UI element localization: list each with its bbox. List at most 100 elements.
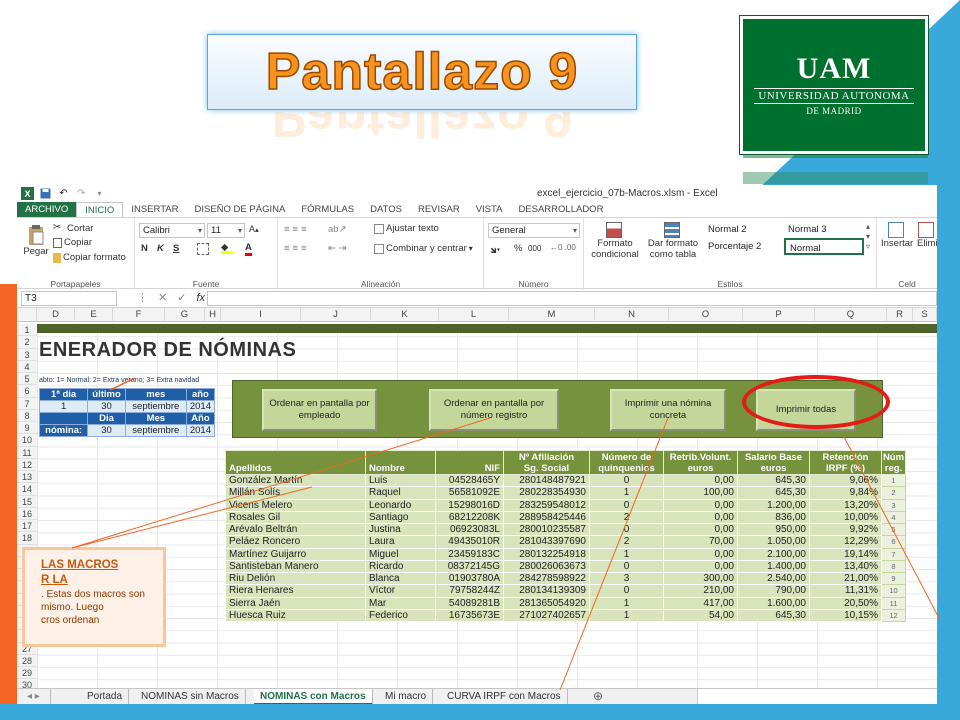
cell[interactable]: mes xyxy=(124,388,187,401)
cell-nif[interactable]: 56581092E xyxy=(435,486,504,500)
cell-salario[interactable]: 645,30 xyxy=(737,486,810,500)
column-header[interactable]: K xyxy=(371,308,439,322)
number-format-select[interactable]: General ▾ xyxy=(488,223,580,238)
cell-nif[interactable]: 08372145G xyxy=(435,559,504,574)
cell-apellidos[interactable]: Vicens Melero xyxy=(225,498,366,512)
cell-retrib[interactable]: 0,00 xyxy=(663,510,738,525)
cell-salario[interactable]: 1.400,00 xyxy=(737,559,810,574)
cell[interactable]: 2014 xyxy=(185,400,216,413)
cell-afiliacion[interactable]: 281043397690 xyxy=(503,535,590,549)
cell-quinquenios[interactable]: 0 xyxy=(589,473,664,488)
tab-diseno-pagina[interactable]: DISEÑO DE PÁGINA xyxy=(187,202,294,217)
select-all-corner[interactable] xyxy=(17,308,37,322)
percent-button[interactable]: % xyxy=(514,243,522,254)
font-color-icon[interactable]: A xyxy=(245,242,252,256)
cell-quinquenios[interactable]: 1 xyxy=(589,486,664,500)
col-apellidos[interactable]: Apellidos xyxy=(225,450,366,475)
cell[interactable]: último xyxy=(87,388,126,401)
cell-apellidos[interactable]: Santisteban Manero xyxy=(225,559,366,574)
cell-afiliacion[interactable]: 280132254918 xyxy=(503,547,590,561)
row-header[interactable]: 7 xyxy=(17,397,37,410)
tab-desarrollador[interactable]: DESARROLLADOR xyxy=(510,202,611,217)
column-header[interactable]: P xyxy=(743,308,815,322)
cell-num-reg[interactable]: 3 xyxy=(881,498,906,512)
cell-afiliacion[interactable]: 280148487921 xyxy=(503,473,590,488)
column-header[interactable]: O xyxy=(669,308,743,322)
cell-nombre[interactable]: Laura xyxy=(365,535,436,549)
style-normal-2[interactable]: Normal 2 xyxy=(704,221,784,238)
cell-apellidos[interactable]: Huesca Ruiz xyxy=(225,608,366,623)
orientation-icon[interactable]: ab↗ xyxy=(328,224,347,235)
row-header[interactable]: 16 xyxy=(17,507,37,520)
cell-retrib[interactable]: 417,00 xyxy=(663,596,738,610)
cell-nombre[interactable]: Víctor xyxy=(365,584,436,598)
cell-nombre[interactable]: Santiago xyxy=(365,510,436,525)
column-header[interactable]: E xyxy=(75,308,113,322)
cell-retrib[interactable]: 300,00 xyxy=(663,571,738,586)
cell-retencion[interactable]: 19,14% xyxy=(809,547,882,561)
row-header[interactable]: 10 xyxy=(17,434,37,447)
cell-quinquenios[interactable]: 3 xyxy=(589,571,664,586)
cell-salario[interactable]: 790,00 xyxy=(737,584,810,598)
vertical-align-icons[interactable]: ≡≡≡ xyxy=(284,224,310,235)
cell-salario[interactable]: 2.540,00 xyxy=(737,571,810,586)
cell-afiliacion[interactable]: 284278598922 xyxy=(503,571,590,586)
cell[interactable]: septiembre xyxy=(124,400,187,413)
tab-inicio[interactable]: INICIO xyxy=(76,202,124,217)
cell-num-reg[interactable]: 8 xyxy=(881,559,906,574)
row-header[interactable]: 5 xyxy=(17,373,37,386)
cell-nombre[interactable]: Mar xyxy=(365,596,436,610)
cell-afiliacion[interactable]: 271027402657 xyxy=(503,608,590,623)
cell[interactable]: Año xyxy=(185,412,216,425)
cell-nif[interactable]: 04528465Y xyxy=(435,473,504,488)
cell-num-reg[interactable]: 6 xyxy=(881,535,906,549)
cell[interactable]: año xyxy=(185,388,216,401)
sheet-tab-nominas-con-macros[interactable]: NOMINAS con Macros xyxy=(254,689,373,704)
cell-apellidos[interactable]: González Martín xyxy=(225,473,366,488)
cell-quinquenios[interactable]: 1 xyxy=(589,596,664,610)
row-header[interactable]: 11 xyxy=(17,446,37,459)
cell-retrib[interactable]: 0,00 xyxy=(663,559,738,574)
cell[interactable]: Dia xyxy=(87,412,126,425)
cell-retencion[interactable]: 10,15% xyxy=(809,608,882,623)
cell[interactable]: 1 xyxy=(38,400,89,413)
cell-afiliacion[interactable]: 280228354930 xyxy=(503,486,590,500)
cell-quinquenios[interactable]: 0 xyxy=(589,522,664,537)
cell-nif[interactable]: 49435010R xyxy=(435,535,504,549)
italic-button[interactable]: K xyxy=(157,243,164,254)
style-normal[interactable]: Normal xyxy=(784,238,864,255)
cell-nombre[interactable]: Ricardo xyxy=(365,559,436,574)
column-header[interactable]: G xyxy=(165,308,205,322)
conditional-format-button[interactable]: Formato condicional xyxy=(590,222,640,260)
cell-nombre[interactable]: Luis xyxy=(365,473,436,488)
cell-num-reg[interactable]: 2 xyxy=(881,486,906,500)
cell-quinquenios[interactable]: 1 xyxy=(589,608,664,623)
fill-color-icon[interactable]: ◆ xyxy=(221,242,235,254)
add-sheet-icon[interactable]: ⊕ xyxy=(587,689,609,704)
thousands-button[interactable]: 000 xyxy=(528,244,541,253)
col-nif[interactable]: NIF xyxy=(435,450,504,475)
cell-quinquenios[interactable]: 0 xyxy=(589,498,664,512)
font-name-select[interactable]: Calibri ▾ xyxy=(139,223,205,238)
column-header[interactable]: S xyxy=(913,308,937,322)
cell-quinquenios[interactable]: 1 xyxy=(589,547,664,561)
save-icon[interactable] xyxy=(39,187,52,200)
cell-nombre[interactable]: Leonardo xyxy=(365,498,436,512)
col-retencion[interactable]: Retención IRPF (%) xyxy=(809,450,882,475)
cell-retencion[interactable]: 9,06% xyxy=(809,473,882,488)
cell-num-reg[interactable]: 4 xyxy=(881,510,906,525)
currency-icon[interactable]: 🡾▾ xyxy=(490,243,500,259)
cell[interactable]: 30 xyxy=(87,400,126,413)
tab-datos[interactable]: DATOS xyxy=(362,202,410,217)
col-retrib[interactable]: Retrib.Volunt. euros xyxy=(663,450,738,475)
cell-afiliacion[interactable]: 280026063673 xyxy=(503,559,590,574)
cell[interactable]: Mes xyxy=(124,412,187,425)
cell-nif[interactable]: 54089281B xyxy=(435,596,504,610)
cell[interactable]: 30 xyxy=(87,424,126,437)
cell-salario[interactable]: 645,30 xyxy=(737,608,810,623)
sheet-tab-portada[interactable]: Portada xyxy=(81,689,130,704)
cell-apellidos[interactable]: Riera Henares xyxy=(225,584,366,598)
tab-archivo[interactable]: ARCHIVO xyxy=(17,202,77,217)
cell[interactable]: 1ª dia xyxy=(38,388,89,401)
col-salario[interactable]: Salario Base euros xyxy=(737,450,810,475)
